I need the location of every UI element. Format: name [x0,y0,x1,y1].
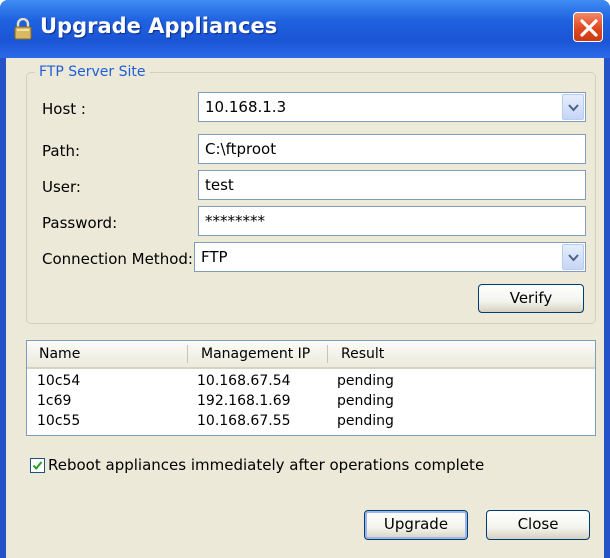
host-label: Host : [42,100,86,118]
chevron-down-icon [568,104,579,112]
host-value: 10.168.1.3 [205,98,287,116]
table-header: Name Management IP Result [27,341,595,369]
cell-management-ip: 10.168.67.55 [197,413,291,429]
dialog-body: FTP Server Site Host : 10.168.1.3 Path: … [6,58,604,558]
close-button[interactable]: Close [486,510,590,540]
host-dropdown-button[interactable] [562,94,584,120]
upgrade-button[interactable]: Upgrade [364,510,468,540]
connection-method-label: Connection Method: [42,250,193,268]
path-input[interactable]: C:\ftproot [198,134,586,164]
cell-result: pending [337,393,394,409]
verify-button[interactable]: Verify [478,284,584,313]
cell-management-ip: 192.168.1.69 [197,393,291,409]
close-icon [580,19,598,37]
user-label: User: [42,178,81,196]
cell-name: 10c54 [37,373,81,389]
table-row[interactable]: 10c55 10.168.67.55 pending [27,411,595,431]
connection-method-value: FTP [201,248,228,266]
column-header-result[interactable]: Result [329,341,595,367]
column-header-management-ip[interactable]: Management IP [189,341,327,367]
cell-name: 1c69 [37,393,72,409]
column-header-name[interactable]: Name [27,341,187,367]
connection-method-combobox[interactable]: FTP [194,242,586,272]
cell-result: pending [337,373,394,389]
title-bar[interactable]: Upgrade Appliances [0,0,610,58]
column-separator[interactable] [327,345,328,363]
password-input[interactable]: ******** [198,206,586,236]
column-separator[interactable] [187,345,188,363]
reboot-checkbox-label[interactable]: Reboot appliances immediately after oper… [48,456,484,474]
table-row[interactable]: 1c69 192.168.1.69 pending [27,391,595,411]
cell-result: pending [337,413,394,429]
connection-method-dropdown-button[interactable] [562,244,584,270]
lock-icon [14,18,32,40]
chevron-down-icon [568,254,579,262]
table-row[interactable]: 10c54 10.168.67.54 pending [27,371,595,391]
host-combobox[interactable]: 10.168.1.3 [198,92,586,122]
cell-management-ip: 10.168.67.54 [197,373,291,389]
cell-name: 10c55 [37,413,81,429]
ftp-server-site-legend: FTP Server Site [35,64,150,80]
user-input[interactable]: test [198,170,586,200]
window-close-button[interactable] [573,12,603,42]
reboot-checkbox[interactable] [30,458,45,473]
checkmark-icon [32,461,43,471]
path-label: Path: [42,142,81,160]
window-title: Upgrade Appliances [40,14,278,38]
appliances-table: Name Management IP Result 10c54 10.168.6… [26,340,596,436]
password-label: Password: [42,214,118,232]
upgrade-appliances-dialog: Upgrade Appliances FTP Server Site Host … [0,0,610,558]
